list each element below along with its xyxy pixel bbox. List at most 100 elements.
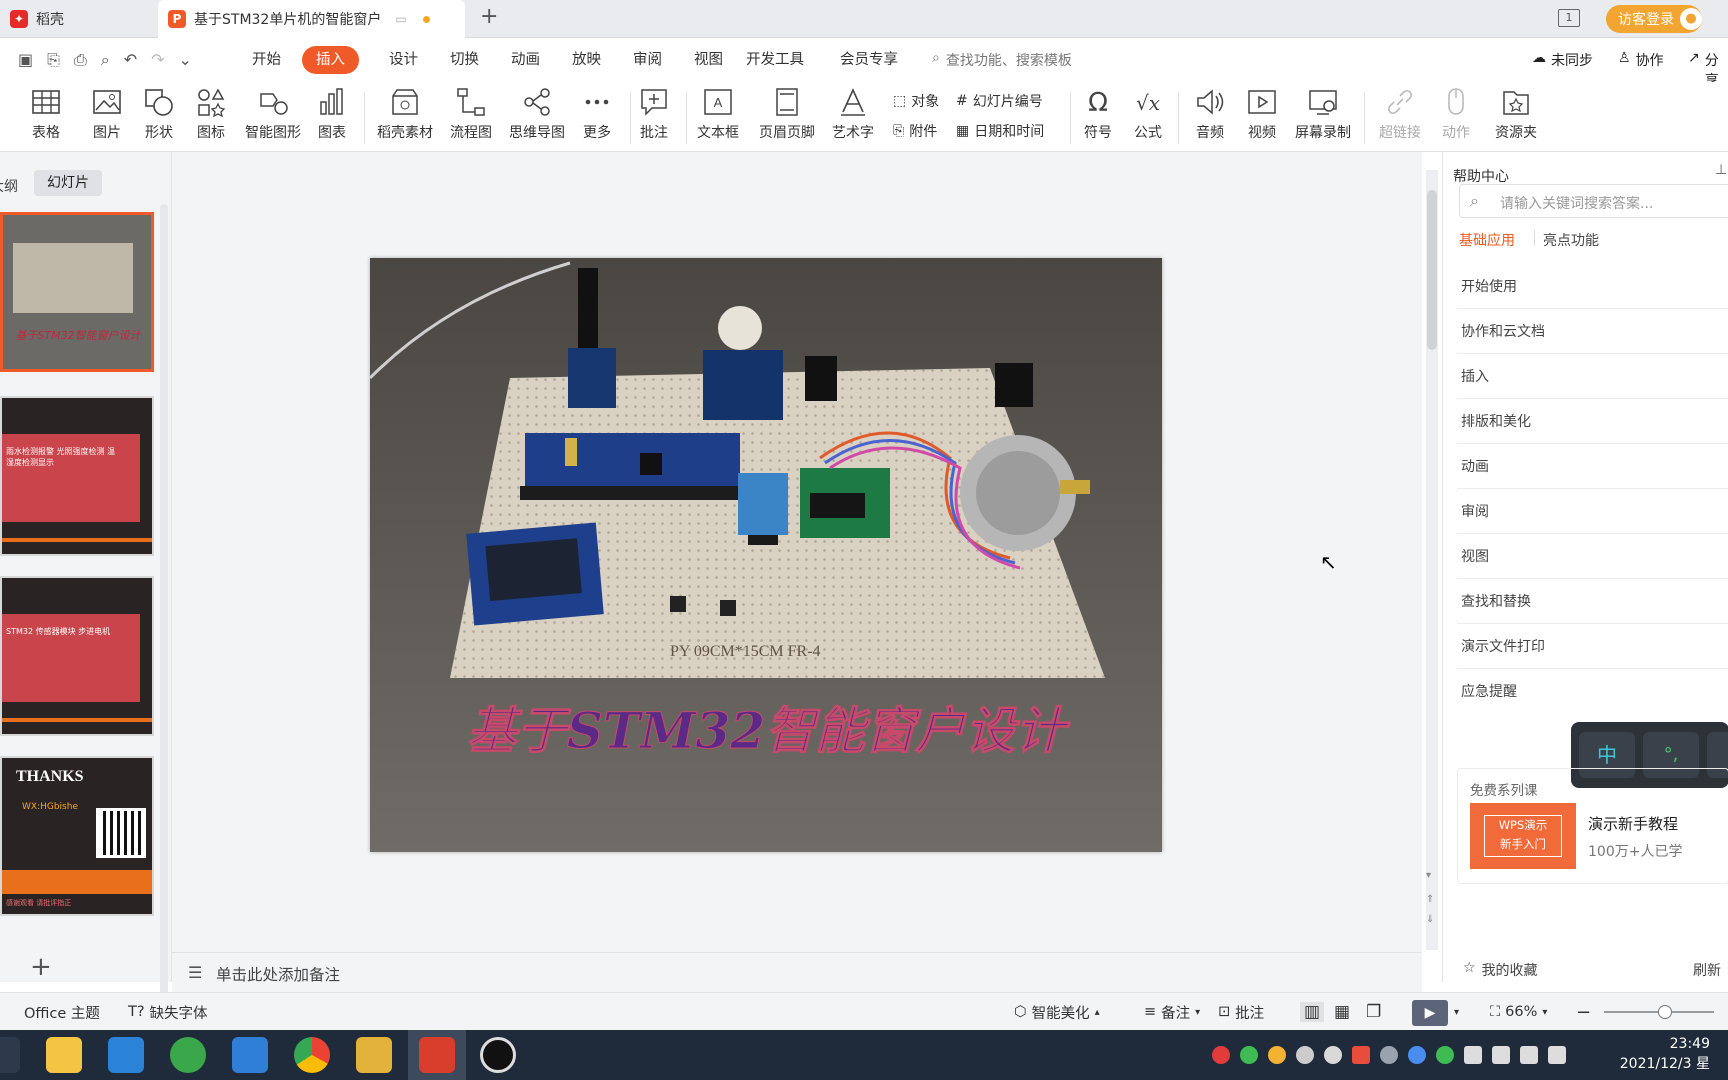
monitor-icon[interactable]: ▭ [395, 12, 406, 26]
hyperlink-button[interactable]: 超链接 [1372, 86, 1428, 142]
slide-thumb-3[interactable]: STM32 传感器模块 步进电机 [0, 576, 154, 736]
symbol-button[interactable]: Ω 符号 [1070, 86, 1126, 142]
print-preview-icon[interactable]: ⌕ [101, 50, 110, 70]
slide-thumb-1[interactable]: 基于STM32智能窗户设计 [0, 212, 154, 372]
current-slide[interactable]: PY 09CM*15CM FR-4 基于STM32智能窗户设计 [370, 258, 1162, 852]
menu-item-insert[interactable]: 插入 [302, 46, 359, 74]
menu-item-animation[interactable]: 动画 [503, 46, 548, 74]
help-item-print[interactable]: 演示文件打印 [1461, 636, 1545, 656]
archive-icon[interactable] [356, 1037, 392, 1073]
prev-slide-icon[interactable]: ⇑ [1426, 894, 1434, 905]
audio-button[interactable]: 音频 [1182, 86, 1238, 142]
wps-tray-icon[interactable] [1352, 1046, 1370, 1064]
textbox-button[interactable]: A 文本框 [688, 86, 748, 142]
taskbar-clock[interactable]: 23:49 2021/12/3 星 [1580, 1034, 1710, 1074]
attachment-button[interactable]: ⎘ 附件 [893, 118, 937, 144]
smart-beautify-button[interactable]: ⬡ 智能美化 ▴ [1014, 993, 1100, 1031]
tab-home[interactable]: ✦ 稻壳 [0, 0, 155, 38]
help-item-insert[interactable]: 插入 [1461, 366, 1489, 386]
mic-tray-icon[interactable] [1464, 1046, 1482, 1064]
screen-recorder-icon[interactable] [480, 1037, 516, 1073]
picture-button[interactable]: 图片 [79, 86, 135, 142]
export-icon[interactable]: ⎘ [47, 50, 60, 70]
tool-tray-icon[interactable] [1380, 1046, 1398, 1064]
help-item-view[interactable]: 视图 [1461, 546, 1489, 566]
visitor-login-button[interactable]: 访客登录 ● [1606, 5, 1702, 33]
plus-tray-icon[interactable] [1436, 1046, 1454, 1064]
menu-item-member[interactable]: 会员专享 [832, 46, 906, 74]
menu-item-view[interactable]: 视图 [686, 46, 731, 74]
tab-document[interactable]: P 基于STM32单片机的智能窗户 ▭ [158, 0, 465, 38]
tab-outline[interactable]: 大纲 [0, 176, 18, 196]
action-button[interactable]: 动作 [1428, 86, 1484, 142]
help-item-animation[interactable]: 动画 [1461, 456, 1489, 476]
next-slide-icon[interactable]: ⇓ [1426, 914, 1434, 925]
slide-sorter-button[interactable]: ▦ [1334, 993, 1350, 1031]
missing-font-button[interactable]: T? 缺失字体 [128, 993, 208, 1031]
notes-bar[interactable]: ☰ 单击此处添加备注 [172, 952, 1422, 992]
zoom-slider[interactable] [1604, 1005, 1714, 1019]
save-icon[interactable]: ▣ [18, 50, 33, 70]
smartart-button[interactable]: 智能图形 [242, 86, 304, 142]
new-tab-button[interactable]: + [480, 4, 498, 29]
thumb-scrollbar[interactable] [160, 204, 168, 1004]
theme-name[interactable]: Office 主题 [24, 993, 100, 1031]
tab-basic-apps[interactable]: 基础应用 [1459, 230, 1515, 250]
help-item-getting-started[interactable]: 开始使用 [1461, 276, 1517, 296]
menu-item-review[interactable]: 审阅 [625, 46, 670, 74]
header-footer-button[interactable]: 页眉页脚 [756, 86, 818, 142]
zoom-control[interactable]: ⛶ 66% ▾ [1490, 993, 1547, 1031]
redo-icon[interactable]: ↷ [151, 50, 164, 70]
zoom-slider-thumb[interactable] [1657, 1005, 1672, 1019]
store-icon[interactable] [108, 1037, 144, 1073]
file-explorer-icon[interactable] [46, 1037, 82, 1073]
my-favorites-button[interactable]: ☆ 我的收藏 [1463, 960, 1538, 980]
menu-item-slideshow[interactable]: 放映 [564, 46, 609, 74]
menu-item-start[interactable]: 开始 [244, 46, 289, 74]
feature-search[interactable]: ⌕ 查找功能、搜索模板 [932, 50, 1072, 70]
help-search-input[interactable]: ⌕ 请输入关键词搜索答案... [1459, 184, 1728, 218]
chrome-icon[interactable] [294, 1037, 330, 1073]
screen-record-button[interactable]: 屏幕录制 [1292, 86, 1354, 142]
bell-tray-icon[interactable] [1296, 1046, 1314, 1064]
browser-360-icon[interactable] [170, 1037, 206, 1073]
wechat-tray-icon[interactable] [1240, 1046, 1258, 1064]
help-item-find-replace[interactable]: 查找和替换 [1461, 591, 1531, 611]
undo-icon[interactable]: ↶ [124, 50, 137, 70]
help-item-collab-cloud[interactable]: 协作和云文档 [1461, 321, 1545, 341]
pin-icon[interactable]: ⊥ [1715, 162, 1727, 178]
battery-tray-icon[interactable] [1492, 1046, 1510, 1064]
volume-tray-icon[interactable] [1548, 1046, 1566, 1064]
help-item-layout[interactable]: 排版和美化 [1461, 411, 1531, 431]
remarks-button[interactable]: ≡ 备注 ▾ [1144, 993, 1200, 1031]
wordart-button[interactable]: 艺术字 [825, 86, 881, 142]
play-options-dropdown[interactable]: ▾ [1454, 993, 1459, 1031]
tab-highlight-features[interactable]: 亮点功能 [1543, 230, 1599, 250]
qq-tray-icon[interactable] [1324, 1046, 1342, 1064]
bluetooth-tray-icon[interactable] [1408, 1046, 1426, 1064]
scroll-down-icon[interactable]: ▾ [1426, 870, 1431, 881]
print-icon[interactable]: ⎙ [74, 50, 87, 70]
tab-slides[interactable]: 幻灯片 [34, 170, 102, 196]
wps-taskbar-active[interactable] [408, 1030, 466, 1080]
start-button-icon[interactable] [0, 1037, 20, 1073]
reading-view-button[interactable]: ❐ [1366, 993, 1381, 1031]
canvas-scroll-thumb[interactable] [1427, 190, 1437, 350]
help-item-review[interactable]: 审阅 [1461, 501, 1489, 521]
table-button[interactable]: 表格 [18, 86, 74, 142]
mindmap-button[interactable]: 思维导图 [506, 86, 568, 142]
object-button[interactable]: ⬚ 对象 [893, 88, 939, 114]
normal-view-button[interactable]: ▥ [1300, 993, 1325, 1031]
resource-folder-button[interactable]: 资源夹 [1488, 86, 1544, 142]
help-item-emergency[interactable]: 应急提醒 [1461, 681, 1517, 701]
add-slide-button[interactable]: + [30, 952, 52, 982]
feishu-icon[interactable] [232, 1037, 268, 1073]
slide-number-button[interactable]: # 幻灯片编号 [956, 88, 1043, 114]
flowchart-button[interactable]: 流程图 [443, 86, 499, 142]
slide-thumb-2[interactable]: 雨水检测报警 光照强度检测 温湿度检测显示 [0, 396, 154, 556]
record-tray-icon[interactable] [1212, 1046, 1230, 1064]
zoom-out-button[interactable]: − [1576, 993, 1591, 1031]
help-center-title[interactable]: 帮助中心 [1453, 166, 1509, 186]
more-button[interactable]: 更多 [569, 86, 625, 142]
shield-tray-icon[interactable] [1268, 1046, 1286, 1064]
